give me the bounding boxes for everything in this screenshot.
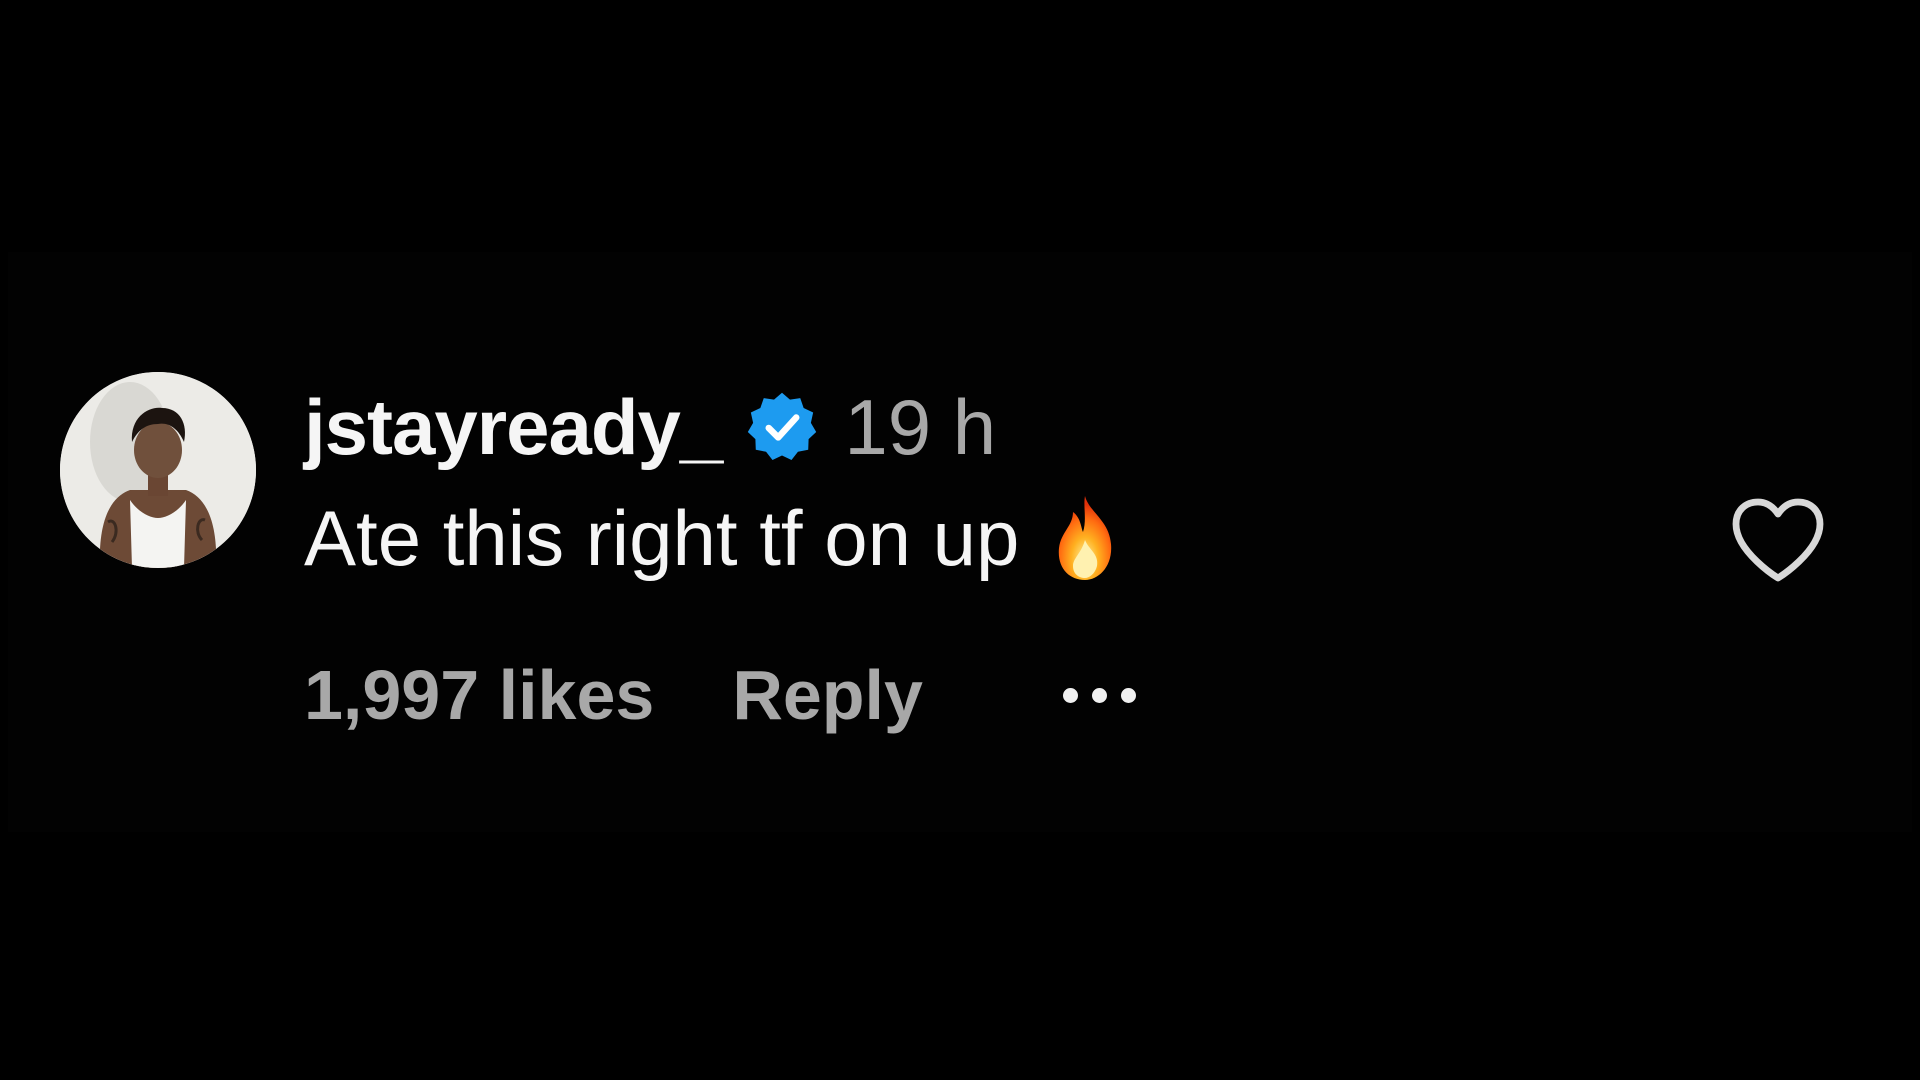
comment-actions: 1,997 likes Reply [304,650,1136,740]
heart-outline-icon [1732,498,1824,582]
avatar-photo [60,372,256,568]
likes-count[interactable]: 1,997 likes [304,655,654,735]
more-dot [1120,687,1136,703]
username[interactable]: jstayready_ [304,382,723,473]
avatar[interactable] [60,372,256,568]
timestamp: 19 h [844,382,997,471]
comment-body: Ate this right tf on up [304,488,1121,588]
reply-button[interactable]: Reply [732,655,923,735]
like-button[interactable] [1728,494,1828,586]
more-options-icon[interactable] [1062,687,1136,703]
more-dot [1091,687,1107,703]
comment-header: jstayready_ 19 h [304,382,996,472]
more-dot [1062,687,1078,703]
fire-emoji-icon [1049,492,1121,584]
verified-badge-icon [744,389,820,465]
comment-text: Ate this right tf on up [304,493,1020,582]
